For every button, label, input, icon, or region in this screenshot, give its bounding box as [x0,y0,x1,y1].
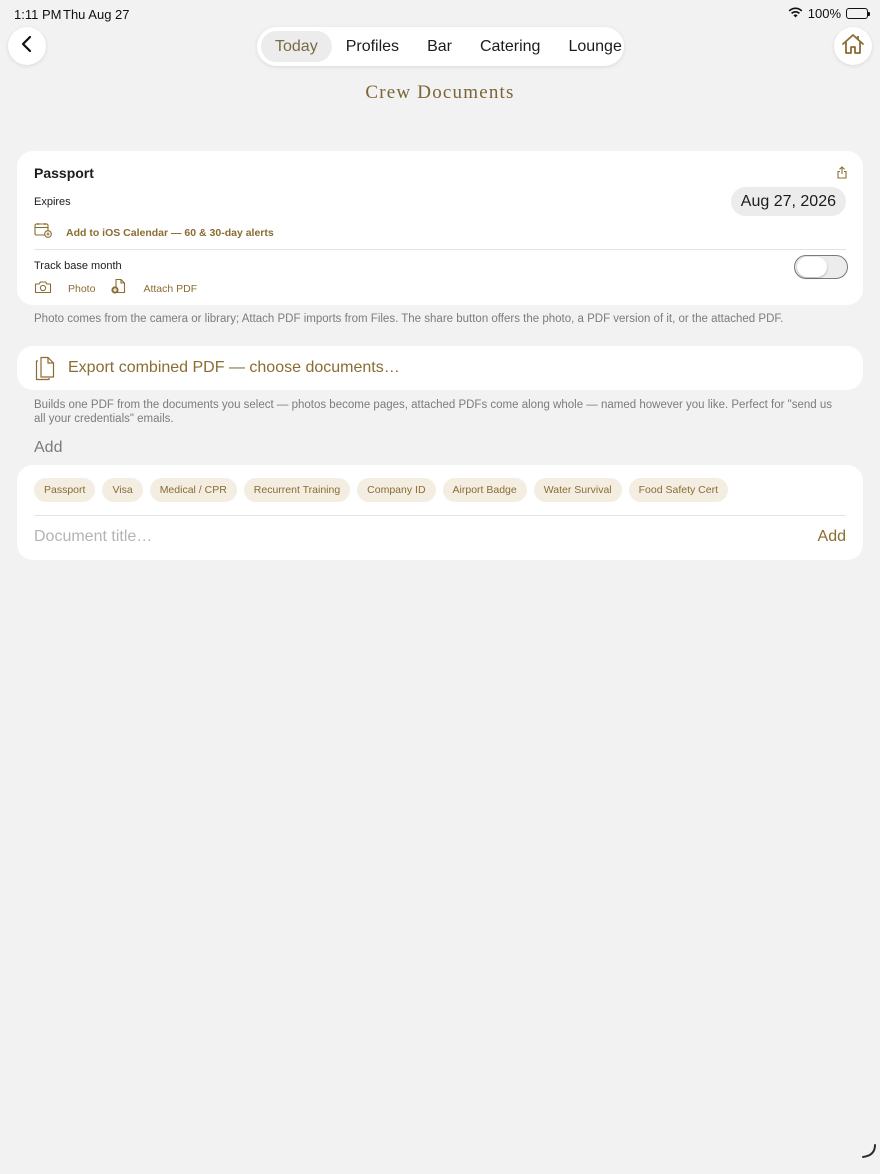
status-date: Thu Aug 27 [63,7,130,22]
track-base-month-label: Track base month [34,260,122,272]
add-to-calendar-row[interactable]: Add to iOS Calendar — 60 & 30-day alerts [34,222,274,243]
chip-recurrent-training[interactable]: Recurrent Training [243,478,351,502]
status-bar: 1:11 PM Thu Aug 27 100% [0,0,880,28]
wifi-icon [788,6,803,21]
track-base-month-toggle[interactable] [794,255,848,279]
back-button[interactable] [8,27,46,65]
chevron-left-icon [20,35,34,58]
home-icon [841,33,865,60]
tab-profiles[interactable]: Profiles [332,31,413,62]
export-label: Export combined PDF — choose documents… [68,359,400,376]
home-button[interactable] [834,27,872,65]
page-title: Crew Documents [365,82,515,103]
document-title: Passport [34,165,94,181]
battery-icon [846,8,870,19]
expiry-date-picker[interactable]: Aug 27, 2026 [730,187,846,216]
resize-handle-icon [861,1143,877,1164]
status-right: 100% [788,6,870,21]
share-icon[interactable] [836,166,848,184]
chip-airport-badge[interactable]: Airport Badge [442,478,527,502]
chip-water-survival[interactable]: Water Survival [533,478,622,502]
camera-icon[interactable] [34,280,52,299]
attach-pdf-icon[interactable] [110,278,127,300]
document-card: Passport Expires Aug 27, 2026 Add to iOS… [17,151,863,305]
tab-today[interactable]: Today [261,31,332,62]
chip-company-id[interactable]: Company ID [357,478,436,502]
tab-lounge[interactable]: Lounge [554,31,635,62]
add-section-heading: Add [34,439,63,456]
toggle-knob [797,257,827,277]
document-type-chips: Passport Visa Medical / CPR Recurrent Tr… [34,478,729,502]
chip-medical-cpr[interactable]: Medical / CPR [149,478,237,502]
attachment-row: Photo Attach PDF [34,278,197,300]
add-button[interactable]: Add [818,528,846,546]
tab-bar-item[interactable]: Bar [413,31,466,62]
battery-percent: 100% [807,6,841,21]
divider [34,249,846,250]
tab-bar: Today Profiles Bar Catering Lounge [257,27,624,66]
export-hint: Builds one PDF from the documents you se… [34,399,832,425]
documents-icon [34,356,56,386]
photo-hint: Photo comes from the camera or library; … [34,313,784,325]
attach-pdf-button[interactable]: Attach PDF [143,283,197,295]
chip-food-safety-cert[interactable]: Food Safety Cert [628,478,729,502]
chip-visa[interactable]: Visa [102,478,143,502]
document-title-input[interactable] [34,525,734,549]
calendar-add-icon [34,222,52,243]
photo-button[interactable]: Photo [68,283,95,295]
expires-label: Expires [34,196,71,208]
chip-passport[interactable]: Passport [34,478,96,502]
export-combined-pdf-button[interactable]: Export combined PDF — choose documents… [17,346,863,390]
add-document-card: Passport Visa Medical / CPR Recurrent Tr… [17,465,863,560]
tab-catering[interactable]: Catering [466,31,554,62]
add-to-calendar-link[interactable]: Add to iOS Calendar — 60 & 30-day alerts [66,227,274,239]
divider [34,515,846,516]
status-time: 1:11 PM [14,7,62,22]
